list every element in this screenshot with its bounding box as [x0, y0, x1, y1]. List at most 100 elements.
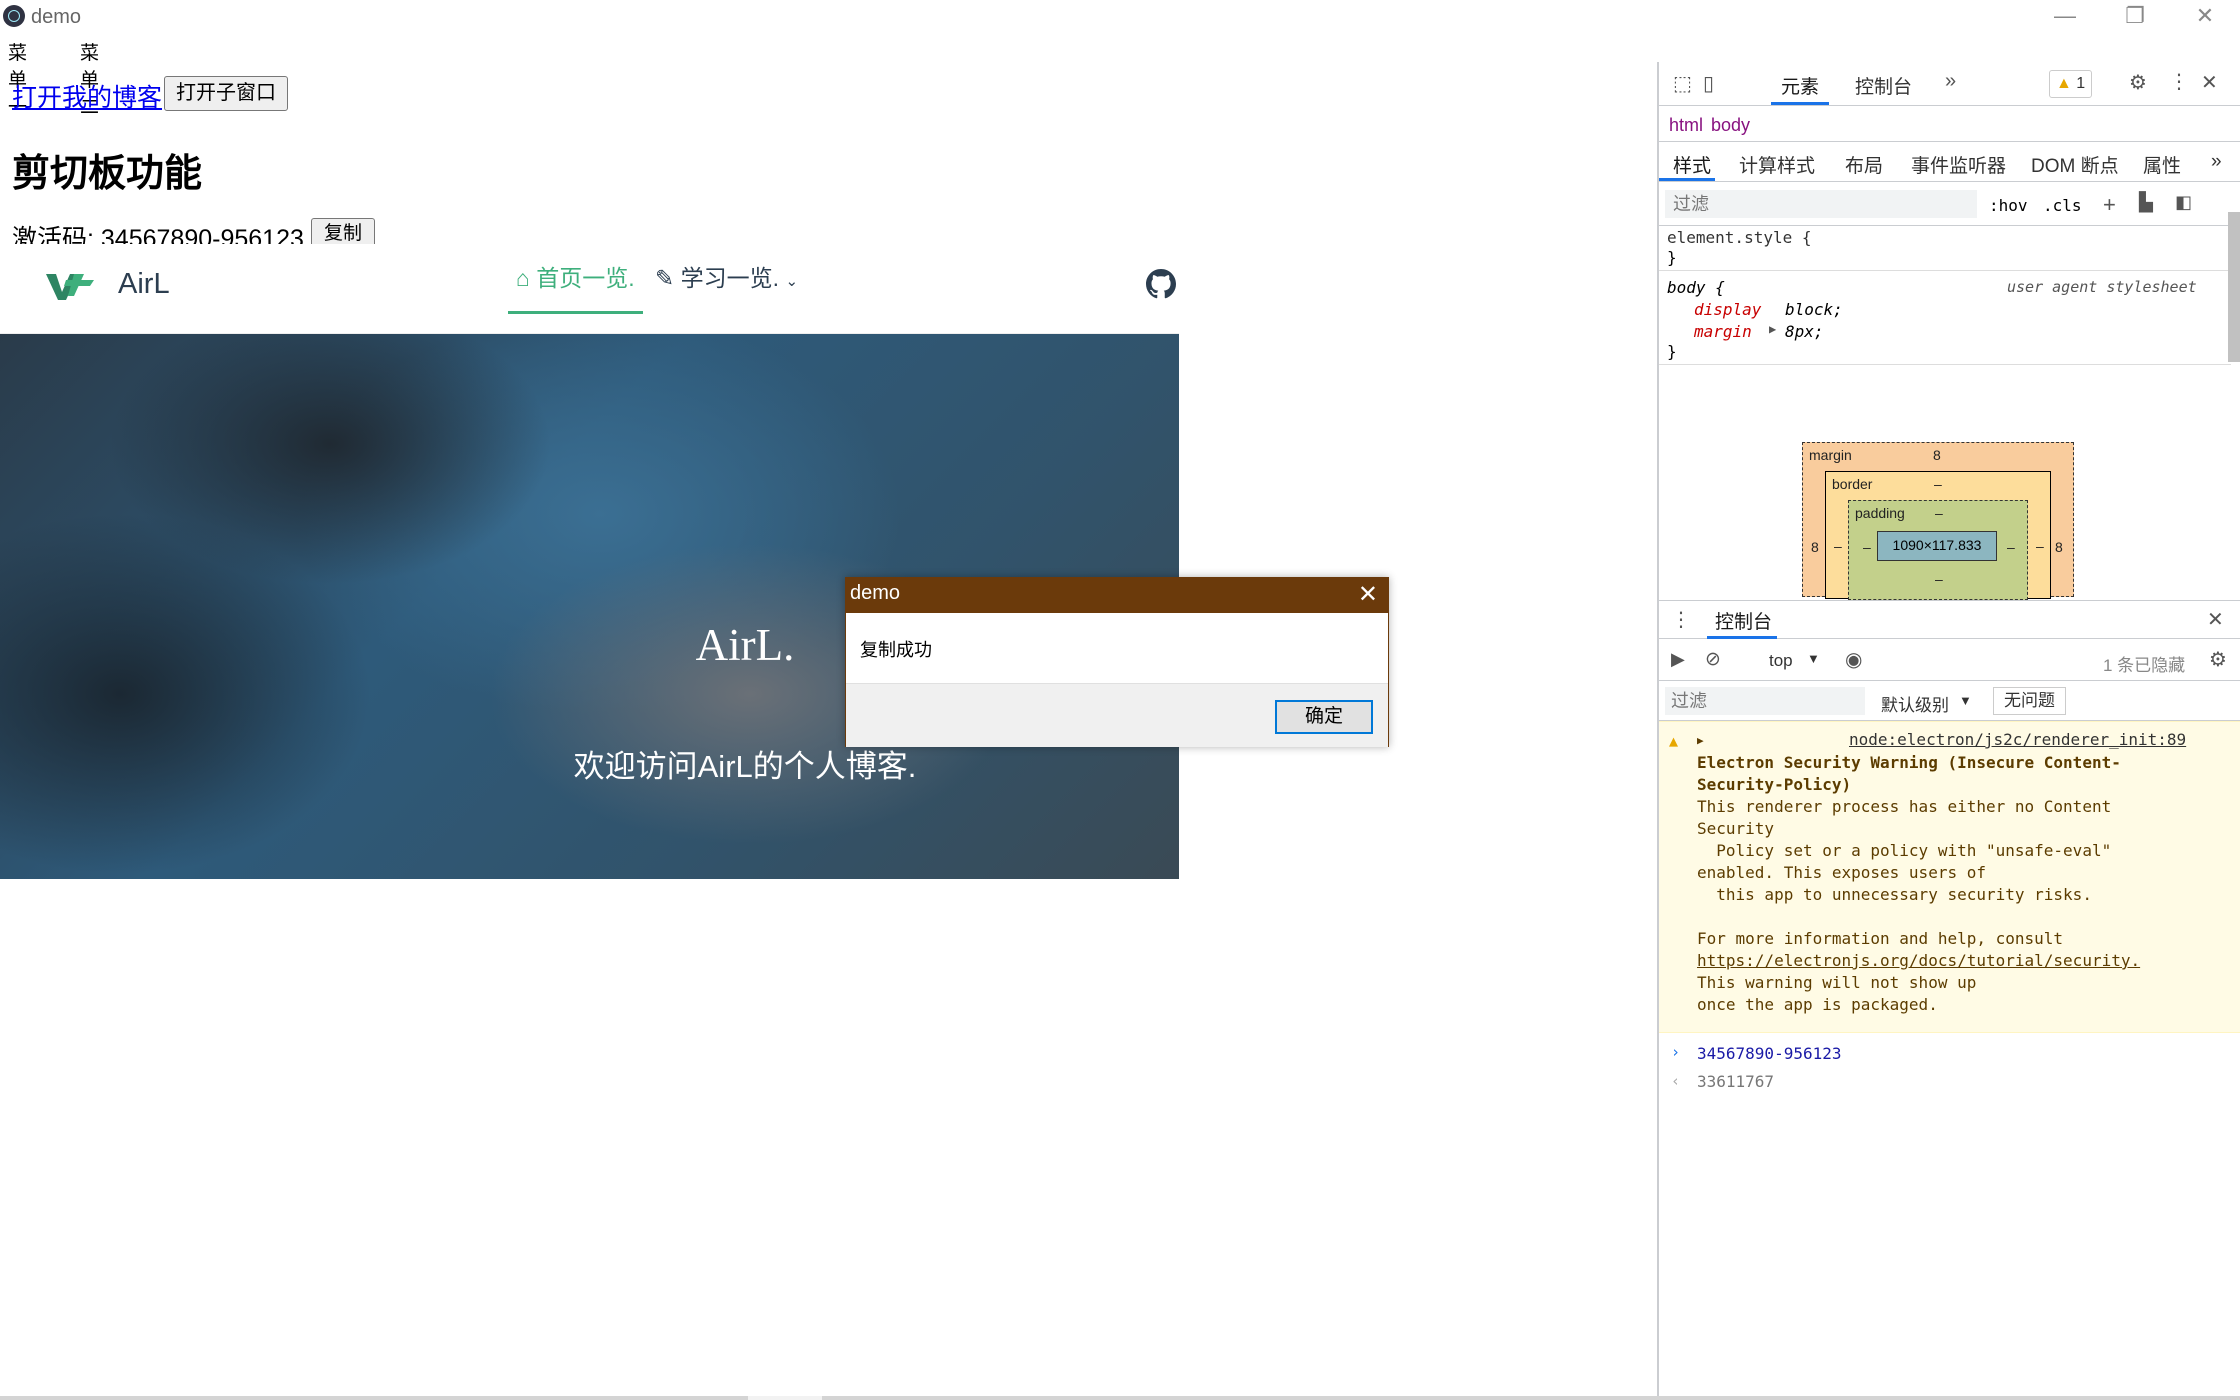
open-child-window-button[interactable]: 打开子窗口 — [164, 76, 288, 111]
sidebar-toggle-icon[interactable]: ◧ — [2175, 192, 2192, 213]
body-rule-close: } — [1667, 342, 1677, 361]
alert-dialog: demo ✕ 复制成功 确定 — [845, 577, 1389, 747]
site-navbar: AirL ⌂ 首页一览. ✎ 学习一览. ⌄ — [0, 244, 1179, 334]
console-result-line: 33611767 — [1697, 1072, 1775, 1091]
embedded-blog: AirL ⌂ 首页一览. ✎ 学习一览. ⌄ AirL. 欢迎访问AirL的个人… — [0, 244, 1179, 879]
box-model-container: margin 8 8 8 border – – – padding – – – … — [1659, 420, 2221, 600]
padding-right-value: – — [2007, 539, 2015, 555]
log-level-dropdown[interactable]: 默认级别 — [1881, 691, 1949, 716]
subtab-event-listeners[interactable]: 事件监听器 — [1911, 151, 2006, 178]
warning-line: enabled. This exposes users of — [1697, 863, 1986, 882]
drawer-tab-console[interactable]: 控制台 — [1715, 607, 1772, 634]
more-options-icon[interactable]: ⋮ — [2169, 69, 2189, 94]
edit-icon: ✎ — [655, 265, 675, 291]
add-rule-icon[interactable]: + — [2103, 192, 2116, 218]
dialog-close-icon[interactable]: ✕ — [1358, 580, 1378, 609]
inspect-element-icon[interactable]: ⬚ — [1673, 71, 1692, 96]
subtab-properties[interactable]: 属性 — [2143, 151, 2181, 178]
issues-button[interactable]: 无问题 — [1993, 687, 2066, 715]
settings-gear-icon[interactable]: ⚙ — [2129, 70, 2147, 95]
cls-toggle[interactable]: .cls — [2043, 196, 2082, 215]
subtab-dom-breakpoints[interactable]: DOM 断点 — [2031, 151, 2119, 178]
margin-label: margin — [1809, 447, 1852, 463]
security-docs-link[interactable]: https://electronjs.org/docs/tutorial/sec… — [1697, 951, 2140, 970]
breadcrumb-body[interactable]: body — [1711, 115, 1750, 136]
warning-line: Security — [1697, 819, 1775, 838]
minimize-button[interactable]: — — [2030, 0, 2100, 34]
paint-brush-icon[interactable]: ▙ — [2139, 192, 2153, 213]
styles-filter-row: 过滤 :hov .cls + ▙ ◧ — [1659, 184, 2240, 226]
dialog-footer: 确定 — [846, 683, 1388, 747]
warning-line: Policy set or a policy with "unsafe-eval… — [1697, 841, 2112, 860]
element-style-selector: element.style { — [1667, 228, 1812, 247]
expand-triangle-icon[interactable]: ▶ — [1769, 322, 1776, 336]
close-devtools-icon[interactable]: ✕ — [2201, 70, 2218, 95]
box-model-margin: margin 8 8 8 border – – – padding – – – … — [1802, 442, 2074, 600]
breadcrumb-html[interactable]: html — [1669, 115, 1703, 136]
show-sidebar-icon[interactable]: ▶︎ — [1671, 649, 1685, 670]
hidden-messages-count: 1 条已隐藏 — [2103, 656, 2186, 675]
margin-right-value: 8 — [2055, 539, 2063, 555]
subtab-computed[interactable]: 计算样式 — [1739, 151, 1815, 178]
console-filter-input[interactable]: 过滤 — [1665, 687, 1865, 715]
dialog-ok-button[interactable]: 确定 — [1275, 700, 1373, 734]
site-brand[interactable]: AirL — [118, 268, 170, 301]
device-toolbar-icon[interactable]: ▯ — [1703, 71, 1714, 96]
restore-button[interactable]: ❐ — [2100, 0, 2170, 34]
margin-top-value: 8 — [1933, 447, 1941, 463]
hov-toggle[interactable]: :hov — [1989, 196, 2028, 215]
nav-home[interactable]: ⌂ 首页一览. — [508, 244, 643, 314]
warning-line: Security-Policy) — [1697, 775, 1852, 794]
prop-margin-name: margin — [1694, 322, 1752, 341]
styles-filter-input[interactable]: 过滤 — [1665, 190, 1977, 218]
more-subtabs-icon[interactable]: » — [2211, 151, 2222, 173]
border-left-value: – — [1834, 538, 1842, 554]
live-expression-eye-icon[interactable]: ◉ — [1845, 647, 1862, 672]
nav-learn[interactable]: ✎ 学习一览. ⌄ — [655, 244, 798, 314]
box-model-content: 1090×117.833 — [1877, 531, 1997, 561]
nav-learn-label: 学习一览. — [680, 265, 780, 291]
dialog-titlebar: demo ✕ — [846, 578, 1388, 613]
styles-subtabs: 样式 计算样式 布局 事件监听器 DOM 断点 属性 » — [1659, 144, 2240, 182]
warning-badge[interactable]: ▲ 1 — [2049, 70, 2093, 98]
padding-bottom-value: – — [1935, 571, 1943, 587]
page-content: 打开我的博客 打开子窗口 剪切板功能 激活码: 34567890-956123 … — [0, 66, 1656, 1400]
level-chevron-icon: ▼ — [1959, 693, 1972, 708]
tab-elements[interactable]: 元素 — [1781, 72, 1819, 99]
input-prompt-icon: › — [1671, 1043, 1681, 1061]
prop-display-name: display — [1694, 300, 1762, 319]
bottom-edge — [0, 1396, 2240, 1400]
warning-source-link[interactable]: node:electron/js2c/renderer_init:89 — [1849, 730, 2186, 749]
warning-line: once the app is packaged. — [1697, 995, 1938, 1014]
bottom-edge-segment — [748, 1396, 822, 1400]
console-drawer: ⋮ 控制台 ✕ ▶︎ ⊘ top ▼ ◉ 1 条已隐藏 ⚙ 过滤 默认级别 ▼ … — [1659, 600, 2240, 1400]
electron-logo-icon — [3, 5, 25, 27]
warning-line: Electron Security Warning (Insecure Cont… — [1697, 753, 2121, 772]
warning-line: this app to unnecessary security risks. — [1697, 885, 2092, 904]
open-blog-link[interactable]: 打开我的博客 — [12, 78, 162, 114]
box-model-padding: padding – – – – 1090×117.833 — [1848, 500, 2028, 600]
drawer-tab-indicator — [1707, 636, 1777, 639]
github-icon[interactable] — [1146, 269, 1176, 299]
scrollbar-thumb[interactable] — [2228, 212, 2240, 362]
body-selector: body { — [1667, 278, 1725, 297]
devtools-panel: ⬚ ▯ 元素 控制台 » ▲ 1 ⚙ ⋮ ✕ html body 样式 计算样式… — [1657, 62, 2240, 1400]
clear-console-icon[interactable]: ⊘ — [1705, 648, 1721, 671]
styles-pane: element.style { } body { user agent styl… — [1659, 228, 2231, 418]
console-settings-icon[interactable]: ⚙ — [2209, 647, 2227, 672]
tab-console[interactable]: 控制台 — [1855, 72, 1912, 99]
context-selector[interactable]: top — [1769, 651, 1793, 671]
rule-divider — [1659, 364, 2231, 365]
drawer-menu-icon[interactable]: ⋮ — [1671, 607, 1691, 632]
window-title: demo — [31, 6, 82, 28]
border-label: border — [1832, 476, 1873, 492]
prop-display-value: block; — [1785, 300, 1843, 319]
styles-scrollbar[interactable] — [2222, 202, 2240, 420]
warning-icon: ▲ — [2056, 75, 2072, 92]
close-drawer-icon[interactable]: ✕ — [2207, 607, 2224, 632]
expand-arrow-icon[interactable]: ▶ — [1697, 734, 1704, 747]
subtab-layout[interactable]: 布局 — [1845, 151, 1883, 178]
subtab-styles[interactable]: 样式 — [1673, 151, 1711, 178]
more-tabs-icon[interactable]: » — [1945, 70, 1956, 93]
close-button[interactable]: ✕ — [2170, 0, 2240, 34]
